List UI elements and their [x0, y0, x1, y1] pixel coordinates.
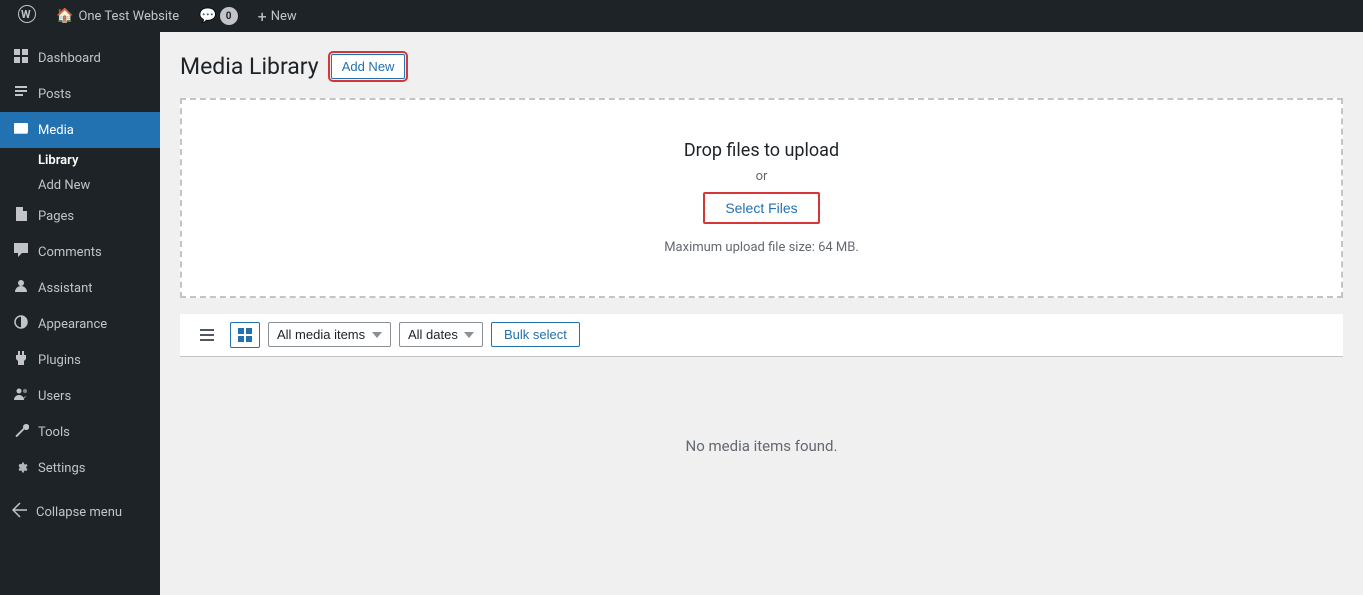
- sidebar-item-users[interactable]: Users: [0, 378, 160, 414]
- drop-files-text: Drop files to upload: [684, 140, 839, 161]
- new-item[interactable]: + New: [248, 0, 307, 32]
- comment-icon: 💬: [199, 8, 216, 24]
- plugins-icon: [12, 350, 30, 370]
- sidebar-item-comments[interactable]: Comments: [0, 234, 160, 270]
- sidebar-item-comments-label: Comments: [38, 245, 102, 260]
- collapse-menu[interactable]: Collapse menu: [0, 494, 160, 530]
- no-items-text: No media items found.: [686, 437, 838, 455]
- library-label: Library: [38, 153, 78, 168]
- sidebar-submenu-media: Library Add New: [0, 148, 160, 198]
- sidebar-item-plugins-label: Plugins: [38, 353, 81, 368]
- sidebar-item-tools[interactable]: Tools: [0, 414, 160, 450]
- wp-logo-icon: W: [18, 5, 36, 28]
- sidebar-item-pages-label: Pages: [38, 209, 74, 224]
- sidebar-submenu-add-new[interactable]: Add New: [38, 173, 160, 198]
- tools-icon: [12, 422, 30, 442]
- home-icon: 🏠: [56, 8, 73, 24]
- dashboard-icon: [12, 48, 30, 68]
- date-filter[interactable]: All dates: [399, 322, 483, 347]
- sidebar-item-posts[interactable]: Posts: [0, 76, 160, 112]
- sidebar-item-assistant[interactable]: Assistant: [0, 270, 160, 306]
- sidebar-item-appearance[interactable]: Appearance: [0, 306, 160, 342]
- grid-view-icon: [237, 327, 253, 343]
- add-new-submenu-label: Add New: [38, 178, 90, 193]
- sidebar-item-users-label: Users: [38, 389, 71, 404]
- add-new-button[interactable]: Add New: [331, 54, 406, 79]
- sidebar: Dashboard Posts Media Library Add New: [0, 32, 160, 595]
- media-type-filter[interactable]: All media items Images Audio Video Docum…: [268, 322, 391, 347]
- pages-icon: [12, 206, 30, 226]
- list-view-icon: [199, 327, 215, 343]
- media-toolbar: All media items Images Audio Video Docum…: [180, 314, 1343, 357]
- posts-icon: [12, 84, 30, 104]
- page-title: Media Library: [180, 52, 319, 82]
- collapse-icon: [12, 502, 28, 522]
- users-icon: [12, 386, 30, 406]
- main-layout: Dashboard Posts Media Library Add New: [0, 32, 1363, 595]
- no-items-message: No media items found.: [180, 357, 1343, 535]
- comments-icon: [12, 242, 30, 262]
- sidebar-item-dashboard-label: Dashboard: [38, 51, 101, 66]
- svg-text:W: W: [21, 8, 31, 21]
- site-name-item[interactable]: 🏠 One Test Website: [46, 0, 189, 32]
- content-area: Media Library Add New Drop files to uplo…: [160, 32, 1363, 595]
- sidebar-item-media[interactable]: Media: [0, 112, 160, 148]
- sidebar-item-plugins[interactable]: Plugins: [0, 342, 160, 378]
- upload-dropzone[interactable]: Drop files to upload or Select Files Max…: [180, 98, 1343, 298]
- bulk-select-button[interactable]: Bulk select: [491, 322, 580, 347]
- wp-logo-item[interactable]: W: [8, 0, 46, 32]
- sidebar-item-appearance-label: Appearance: [38, 317, 107, 332]
- new-label: New: [271, 9, 297, 24]
- media-content-wrapper: All media items Images Audio Video Docum…: [180, 314, 1343, 535]
- sidebar-item-tools-label: Tools: [38, 425, 70, 440]
- grid-view-button[interactable]: [230, 322, 260, 348]
- site-name-label: One Test Website: [78, 9, 179, 24]
- max-upload-size: Maximum upload file size: 64 MB.: [664, 240, 859, 255]
- sidebar-item-media-label: Media: [38, 123, 74, 138]
- assistant-icon: [12, 278, 30, 298]
- sidebar-item-assistant-label: Assistant: [38, 281, 93, 296]
- sidebar-item-settings-label: Settings: [38, 461, 85, 476]
- collapse-label: Collapse menu: [36, 505, 122, 520]
- comment-count: 0: [220, 7, 238, 25]
- appearance-icon: [12, 314, 30, 334]
- page-header: Media Library Add New: [180, 52, 1343, 82]
- sidebar-item-posts-label: Posts: [38, 87, 71, 102]
- settings-icon: [12, 458, 30, 478]
- admin-bar: W 🏠 One Test Website 💬 0 + New: [0, 0, 1363, 32]
- media-icon: [12, 120, 30, 140]
- sidebar-item-dashboard[interactable]: Dashboard: [0, 40, 160, 76]
- comments-item[interactable]: 💬 0: [189, 0, 247, 32]
- plus-icon: +: [258, 7, 267, 26]
- or-text: or: [756, 169, 768, 184]
- sidebar-item-pages[interactable]: Pages: [0, 198, 160, 234]
- sidebar-submenu-library[interactable]: Library: [38, 148, 160, 173]
- sidebar-item-settings[interactable]: Settings: [0, 450, 160, 486]
- select-files-button[interactable]: Select Files: [703, 192, 819, 224]
- list-view-button[interactable]: [192, 322, 222, 348]
